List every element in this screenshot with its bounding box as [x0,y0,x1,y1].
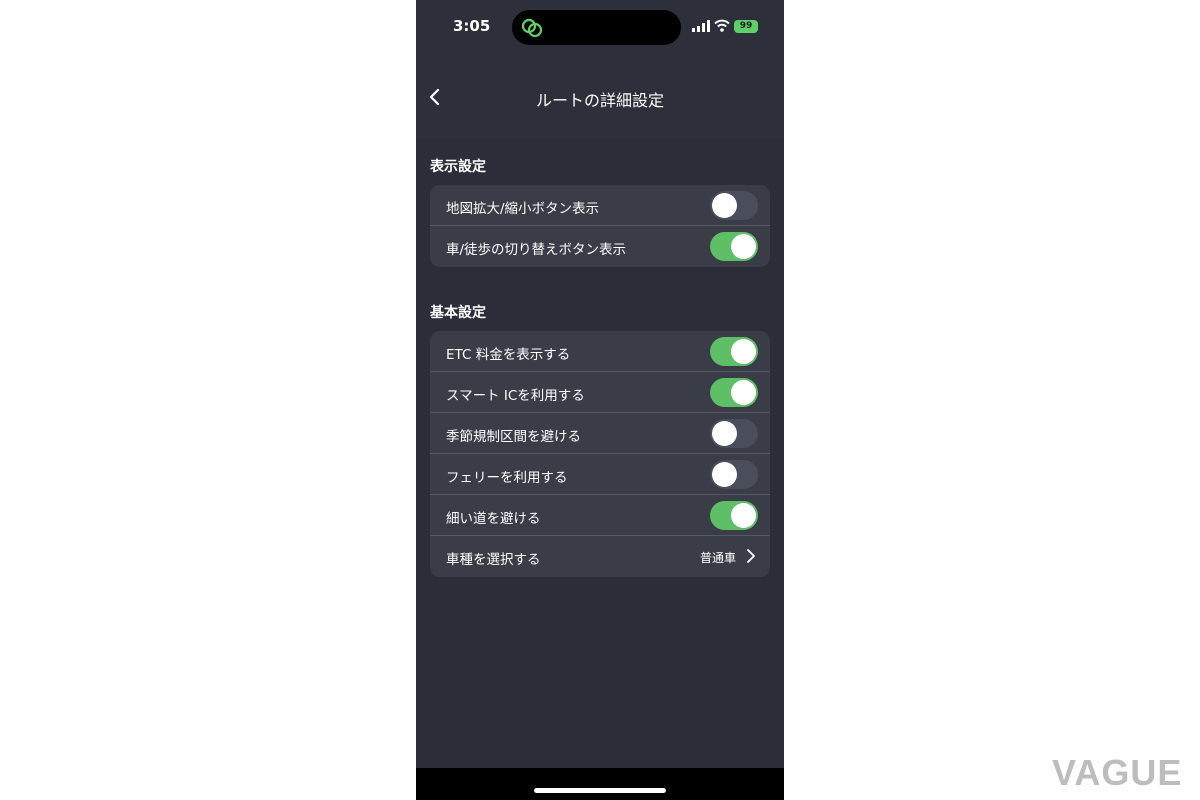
setting-label: スマート ICを利用する [446,388,585,404]
setting-label: 季節規制区間を避ける [446,429,581,445]
vehicle-type-value: 普通車 [699,551,736,565]
link-icon [521,18,543,38]
setting-row-etc-fee: ETC 料金を表示する [430,331,770,372]
nav-bar: ルートの詳細設定 [416,56,784,138]
toggle-knob [712,462,737,487]
toggle-knob [731,380,756,405]
setting-row-seasonal-restriction: 季節規制区間を避ける [430,413,770,454]
home-bar-area [416,768,784,800]
settings-group-display: 地図拡大/縮小ボタン表示 車/徒歩の切り替えボタン表示 [430,185,770,267]
section-title-basic: 基本設定 [430,305,486,321]
status-time: 3:05 [453,17,491,35]
setting-label: 細い道を避ける [446,511,541,527]
setting-label: 車/徒歩の切り替えボタン表示 [446,242,627,258]
toggle-switch[interactable] [710,191,758,220]
section-title-display: 表示設定 [430,159,486,175]
toggle-knob [731,503,756,528]
home-indicator[interactable] [534,788,666,793]
battery-icon: 99 [734,20,758,33]
chevron-right-icon [747,549,755,563]
setting-row-vehicle-type[interactable]: 車種を選択する 普通車 [430,536,770,577]
setting-label: 車種を選択する [446,552,541,568]
setting-label: フェリーを利用する [446,470,568,486]
dynamic-island [512,10,681,45]
toggle-switch[interactable] [710,232,758,261]
wifi-icon [714,19,730,32]
toggle-switch[interactable] [710,460,758,489]
setting-label: ETC 料金を表示する [446,347,571,363]
toggle-knob [731,339,756,364]
phone-screen: 3:05 99 ルートの詳細設定 表示設定 地図拡大/縮小ボタン表示 車/徒歩の… [416,0,784,800]
cellular-signal-icon [692,20,710,32]
setting-row-smart-ic: スマート ICを利用する [430,372,770,413]
toggle-switch[interactable] [710,378,758,407]
setting-label: 地図拡大/縮小ボタン表示 [446,201,600,217]
vague-watermark-logo: VAGUE [1052,752,1183,793]
toggle-switch[interactable] [710,337,758,366]
setting-row-zoom-buttons: 地図拡大/縮小ボタン表示 [430,185,770,226]
toggle-knob [712,193,737,218]
setting-row-narrow-roads: 細い道を避ける [430,495,770,536]
setting-row-car-walk-switch: 車/徒歩の切り替えボタン表示 [430,226,770,267]
battery-level: 99 [739,21,753,31]
settings-group-basic: ETC 料金を表示する スマート ICを利用する 季節規制区間を避ける フェリー… [430,331,770,577]
toggle-knob [731,234,756,259]
setting-row-ferry: フェリーを利用する [430,454,770,495]
toggle-switch[interactable] [710,419,758,448]
toggle-switch[interactable] [710,501,758,530]
settings-content: 表示設定 地図拡大/縮小ボタン表示 車/徒歩の切り替えボタン表示 基本設定 ET… [416,138,784,768]
page-title: ルートの詳細設定 [535,91,664,110]
toggle-knob [712,421,737,446]
status-bar: 3:05 99 [416,0,784,56]
